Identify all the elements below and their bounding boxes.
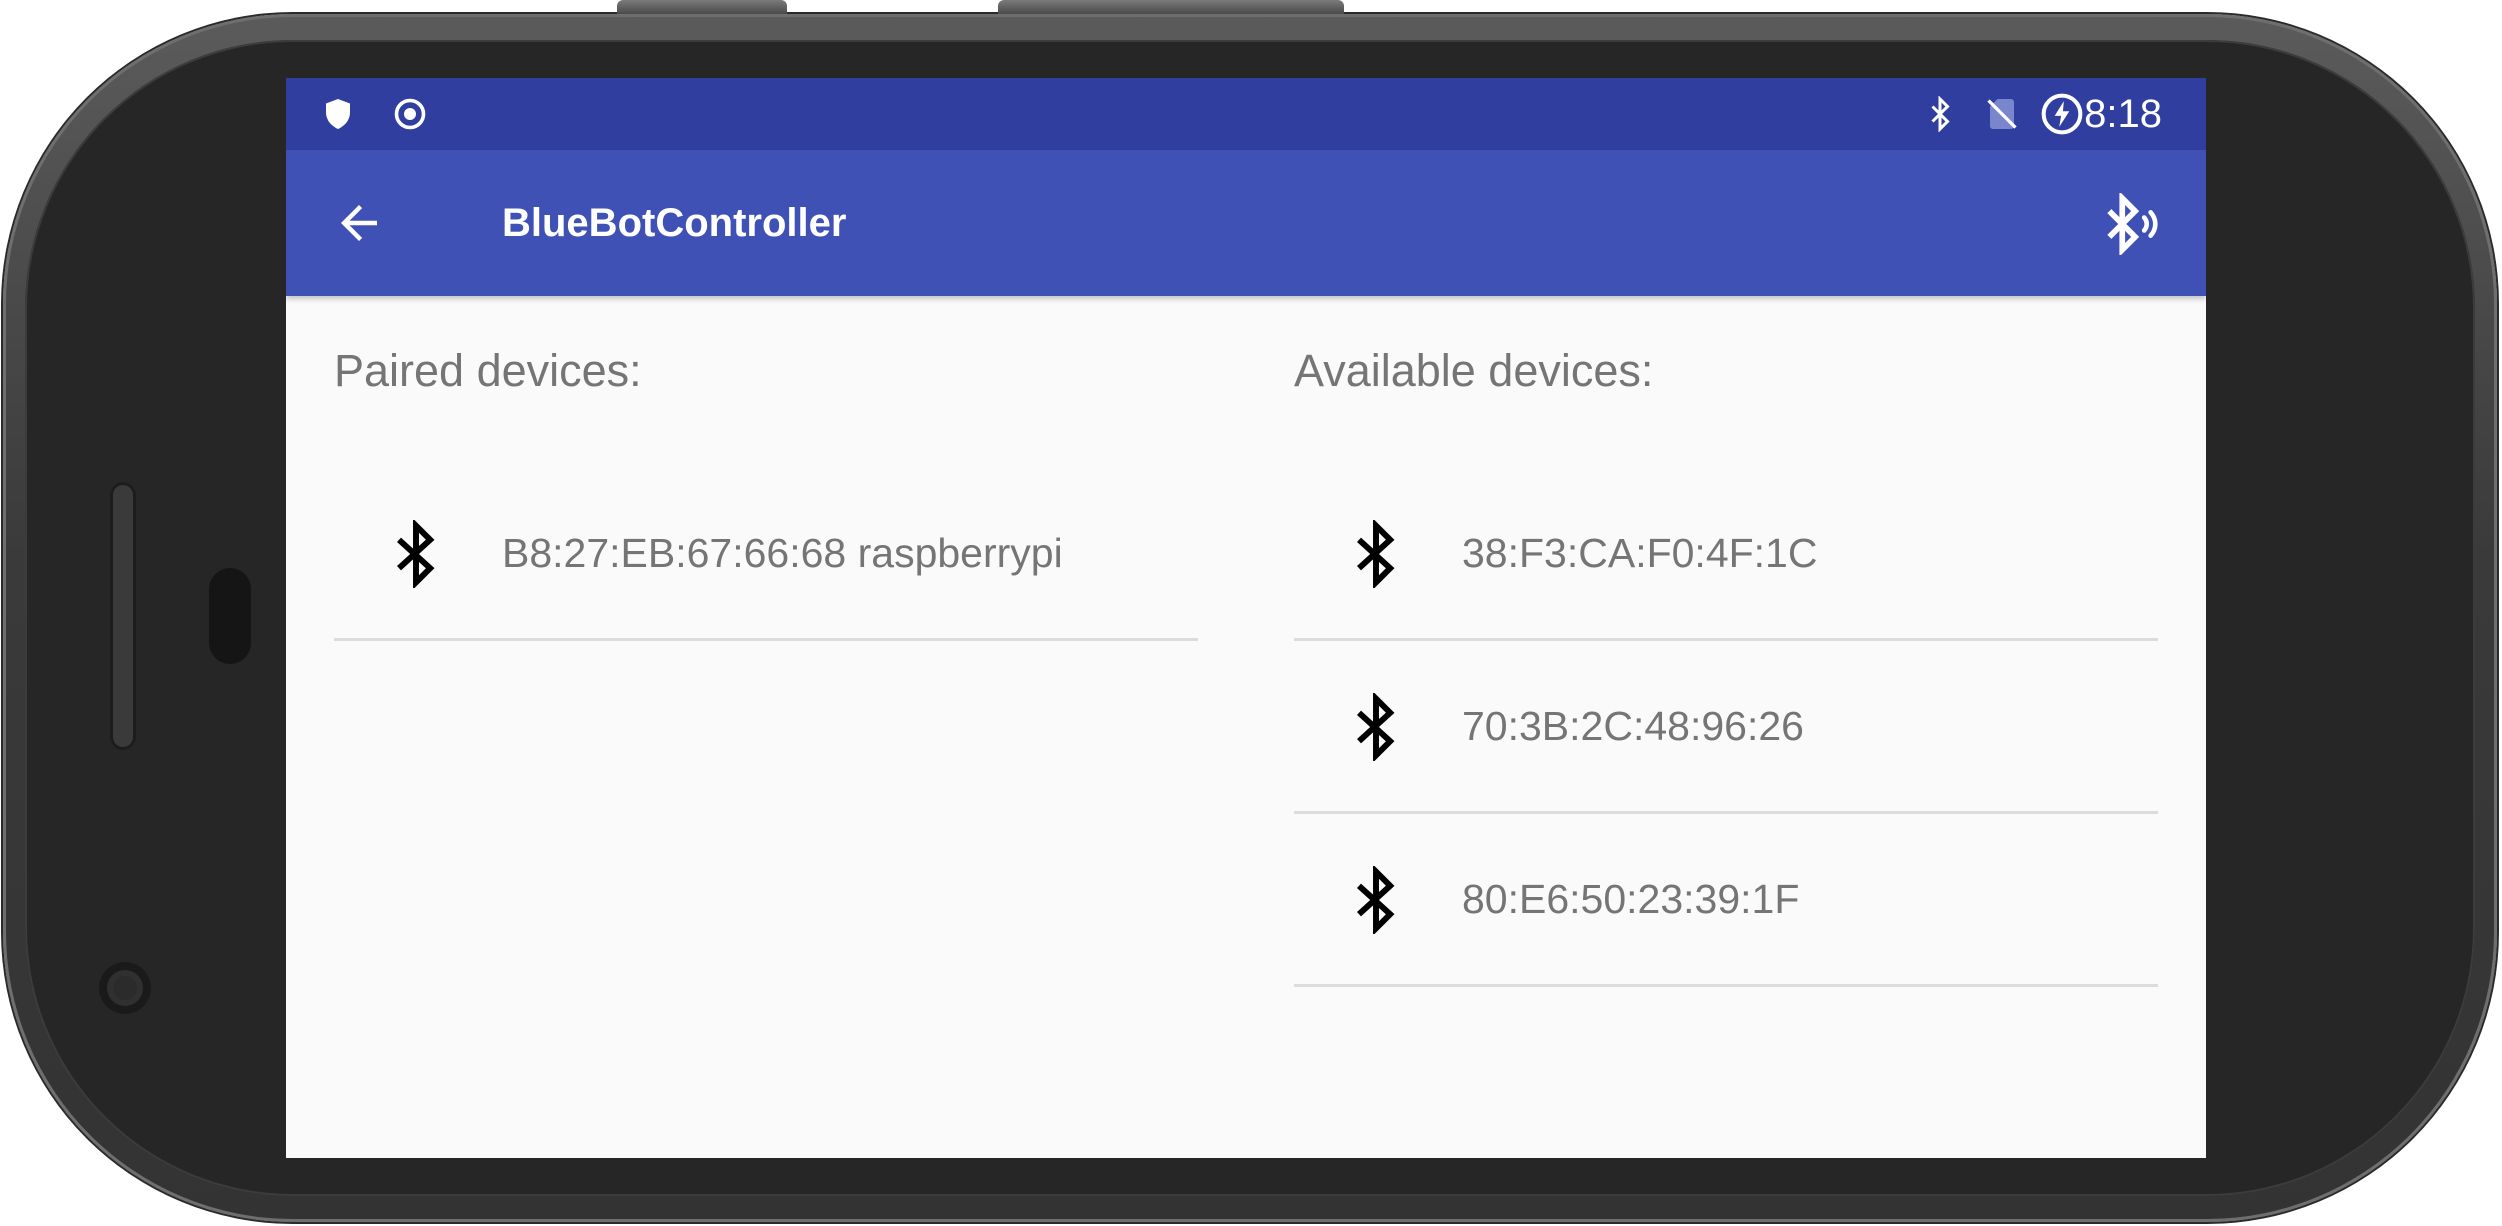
volume-button — [617, 0, 787, 14]
device-name: 70:3B:2C:48:96:26 — [1462, 703, 1804, 749]
bluetooth-scan-button[interactable] — [2094, 188, 2166, 260]
proximity-sensor — [209, 568, 251, 664]
status-bar: 8:18 — [286, 78, 2206, 150]
bluetooth-icon — [1356, 866, 1395, 934]
shield-icon — [326, 99, 350, 129]
bluetooth-icon — [1356, 520, 1395, 588]
paired-device-item[interactable]: B8:27:EB:67:66:68 raspberrypi — [334, 468, 1198, 641]
available-devices-list: 38:F3:CA:F0:4F:1C 70:3B:2C:48:96:26 80:E… — [1294, 468, 2158, 987]
app-bar: BlueBotController — [286, 150, 2206, 296]
content-area: Paired devices: B8:27:EB:67:66:68 raspbe… — [286, 296, 2206, 1158]
device-name: 80:E6:50:23:39:1F — [1462, 876, 1800, 922]
available-device-item[interactable]: 70:3B:2C:48:96:26 — [1294, 641, 2158, 814]
back-button[interactable] — [326, 190, 392, 256]
bluetooth-icon — [396, 520, 435, 588]
available-devices-header: Available devices: — [1294, 345, 1654, 396]
paired-devices-section: Paired devices: B8:27:EB:67:66:68 raspbe… — [334, 296, 1198, 641]
bluetooth-searching-icon — [2107, 193, 2158, 255]
target-icon — [394, 98, 426, 130]
no-sim-icon — [1987, 99, 2017, 129]
device-name: 38:F3:CA:F0:4F:1C — [1462, 530, 1818, 576]
paired-devices-list: B8:27:EB:67:66:68 raspberrypi — [334, 468, 1198, 641]
power-button — [998, 0, 1344, 14]
bluetooth-icon — [1356, 693, 1395, 761]
status-time: 8:18 — [2084, 92, 2162, 136]
front-camera — [99, 962, 151, 1014]
device-name: B8:27:EB:67:66:68 raspberrypi — [502, 530, 1063, 576]
paired-devices-header: Paired devices: — [334, 345, 642, 396]
available-device-item[interactable]: 80:E6:50:23:39:1F — [1294, 814, 2158, 987]
device-screen: 8:18 BlueBotController Paired devices: B… — [286, 78, 2206, 1158]
available-devices-section: Available devices: 38:F3:CA:F0:4F:1C 70:… — [1294, 296, 2158, 987]
available-device-item[interactable]: 38:F3:CA:F0:4F:1C — [1294, 468, 2158, 641]
bluetooth-icon — [1931, 96, 1950, 132]
arrow-back-icon — [341, 205, 377, 241]
app-title: BlueBotController — [502, 201, 847, 245]
earpiece-speaker — [110, 482, 136, 750]
battery-saver-icon — [2041, 93, 2083, 135]
